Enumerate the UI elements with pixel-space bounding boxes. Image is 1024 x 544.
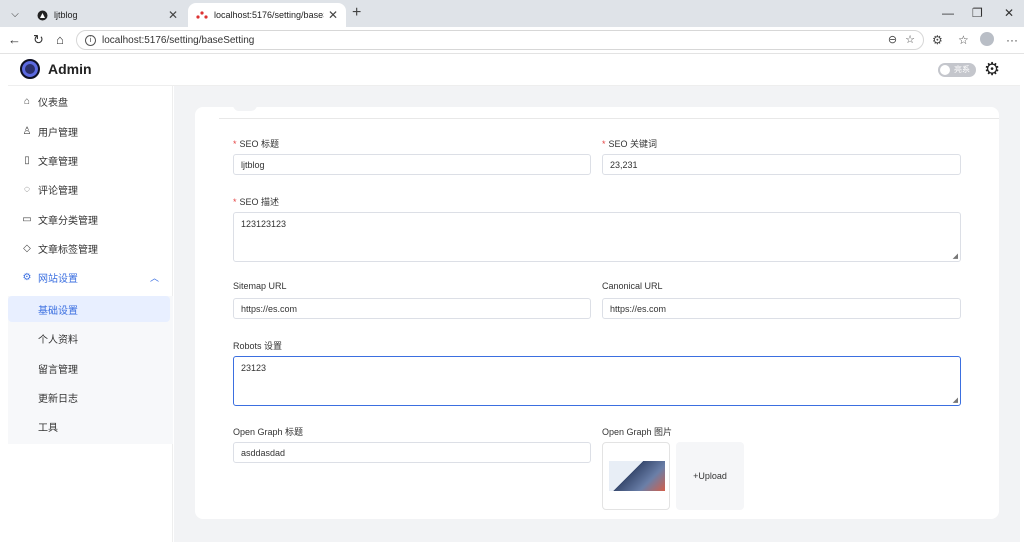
seo-title-label: * SEO 标题 [233,137,279,150]
tab-title: localhost:5176/setting/baseSetting [214,10,324,20]
label-text: SEO 关键词 [608,139,658,149]
app-header: Admin 亮系 ⚙ [8,54,1020,86]
seo-desc-textarea[interactable]: 123123123 ◢ [233,212,961,262]
home-icon[interactable]: ⌂ [56,32,64,47]
required-mark: * [233,197,237,207]
favorites-icon[interactable]: ☆ [958,33,969,47]
required-mark: * [602,139,606,149]
page-options-icon[interactable]: ⊖ [888,33,897,46]
submenu-item-tools[interactable]: 工具 [8,413,173,439]
canonical-url-input[interactable]: https://es.com [602,298,961,319]
sidebar-item-categories[interactable]: ▭ 文章分类管理 [8,204,173,234]
close-window-icon[interactable]: ✕ [1004,6,1014,20]
chevron-up-icon: ︿ [149,272,159,283]
robots-label: Robots 设置 [233,341,283,351]
sidebar-item-articles[interactable]: ▯ 文章管理 [8,145,173,175]
reload-icon[interactable]: ↻ [33,32,44,48]
sidebar-item-label: 评论管理 [38,185,78,197]
sitemap-url-input[interactable]: https://es.com [233,298,591,319]
settings-gear-icon[interactable]: ⚙ [984,59,1000,80]
sidebar-item-label: 文章管理 [38,156,78,168]
resize-grip-icon[interactable]: ◢ [953,252,958,260]
minimize-icon[interactable]: — [942,6,954,20]
back-icon[interactable]: ← [8,32,21,47]
sidebar: ⌂ 仪表盘 ♙ 用户管理 ▯ 文章管理 ◌ 评论管理 ▭ 文章分类管理 ◇ 文章… [8,86,173,542]
upload-button[interactable]: +Upload [676,442,744,510]
textarea-value: 123123123 [241,219,287,229]
settings-submenu: 基础设置 个人资料 留言管理 更新日志 工具 [8,296,173,444]
textarea-value: 23123 [241,363,267,373]
comment-icon: ◌ [24,183,30,195]
url-text: localhost:5176/setting/baseSetting [102,34,255,46]
label-text: SEO 描述 [239,197,280,207]
sidebar-item-label: 网站设置 [38,273,78,285]
seo-desc-label: * SEO 描述 [233,195,279,208]
sidebar-item-label: 文章分类管理 [38,215,98,227]
robots-textarea[interactable]: 23123 ◢ [233,356,961,406]
og-image-thumbnail [609,461,665,491]
site-info-icon[interactable]: i [85,34,96,46]
app-favicon-icon [196,9,208,21]
required-mark: * [233,139,237,149]
close-tab-icon[interactable]: ✕ [328,8,338,22]
seo-title-input[interactable]: ljtblog [233,154,591,175]
submenu-item-changelog[interactable]: 更新日志 [8,384,173,410]
submenu-item-label: 个人资料 [38,334,78,346]
theme-toggle-label: 亮系 [954,65,970,74]
divider [219,118,999,119]
canonical-label: Canonical URL [602,281,663,291]
folder-icon: ▭ [22,213,32,225]
seo-keywords-label: * SEO 关键词 [602,137,657,150]
sidebar-item-tags[interactable]: ◇ 文章标签管理 [8,233,173,263]
sitemap-label: Sitemap URL [233,281,287,291]
submenu-item-label: 更新日志 [38,393,78,405]
submenu-item-label: 基础设置 [38,305,78,317]
tab-title: ljtblog [54,10,78,20]
sidebar-item-site-settings[interactable]: ⚙ 网站设置 ︿ [8,262,173,292]
tag-icon: ◇ [23,242,31,254]
sidebar-item-comments[interactable]: ◌ 评论管理 [8,174,173,204]
tab-list-chevron-icon[interactable]: ⌵ [6,5,24,23]
sidebar-item-users[interactable]: ♙ 用户管理 [8,116,173,146]
app-logo-icon [20,59,40,79]
theme-toggle[interactable]: 亮系 [938,63,976,77]
og-image-preview[interactable] [602,442,670,510]
sidebar-item-label: 用户管理 [38,127,78,139]
favorite-star-icon[interactable]: ☆ [905,33,915,46]
browser-tab-strip: ⌵ ljtblog ✕ localhost:5176/setting/baseS… [0,0,1024,27]
restore-icon[interactable]: ❐ [972,6,983,20]
address-bar[interactable]: i localhost:5176/setting/baseSetting ⊖ ☆ [76,30,924,50]
extensions-icon[interactable]: ⚙ [932,33,943,47]
resize-grip-icon[interactable]: ◢ [953,396,958,404]
close-tab-icon[interactable]: ✕ [168,8,178,22]
sidebar-item-label: 仪表盘 [38,97,68,109]
toggle-knob [940,65,950,75]
label-text: SEO 标题 [239,139,280,149]
sidebar-item-label: 文章标签管理 [38,244,98,256]
submenu-item-label: 留言管理 [38,364,78,376]
submenu-item-profile[interactable]: 个人资料 [8,325,173,351]
file-icon: ▯ [24,154,30,166]
og-title-input[interactable]: asddasdad [233,442,591,463]
user-icon: ♙ [22,125,32,137]
new-tab-icon[interactable]: + [352,4,361,22]
brand-name: Admin [48,61,92,77]
profile-avatar-icon[interactable] [980,32,994,46]
sidebar-item-dashboard[interactable]: ⌂ 仪表盘 [8,86,173,116]
submenu-item-basic-settings[interactable]: 基础设置 [8,296,170,322]
submenu-item-label: 工具 [38,422,58,434]
browser-tab-ljtblog[interactable]: ljtblog ✕ [28,3,186,27]
browser-tab-settings[interactable]: localhost:5176/setting/baseSetting ✕ [188,3,346,27]
home-icon: ⌂ [23,95,31,107]
ljtblog-favicon-icon [36,9,48,21]
settings-icon: ⚙ [22,271,32,283]
browser-toolbar: ← ↻ ⌂ i localhost:5176/setting/baseSetti… [0,27,1024,54]
og-title-label: Open Graph 标题 [233,427,304,437]
card-tab-stub [233,107,257,111]
og-image-label: Open Graph 图片 [602,427,673,437]
more-menu-icon[interactable]: ··· [1006,33,1018,47]
submenu-item-messages[interactable]: 留言管理 [8,355,173,381]
seo-keywords-input[interactable]: 23,231 [602,154,961,175]
